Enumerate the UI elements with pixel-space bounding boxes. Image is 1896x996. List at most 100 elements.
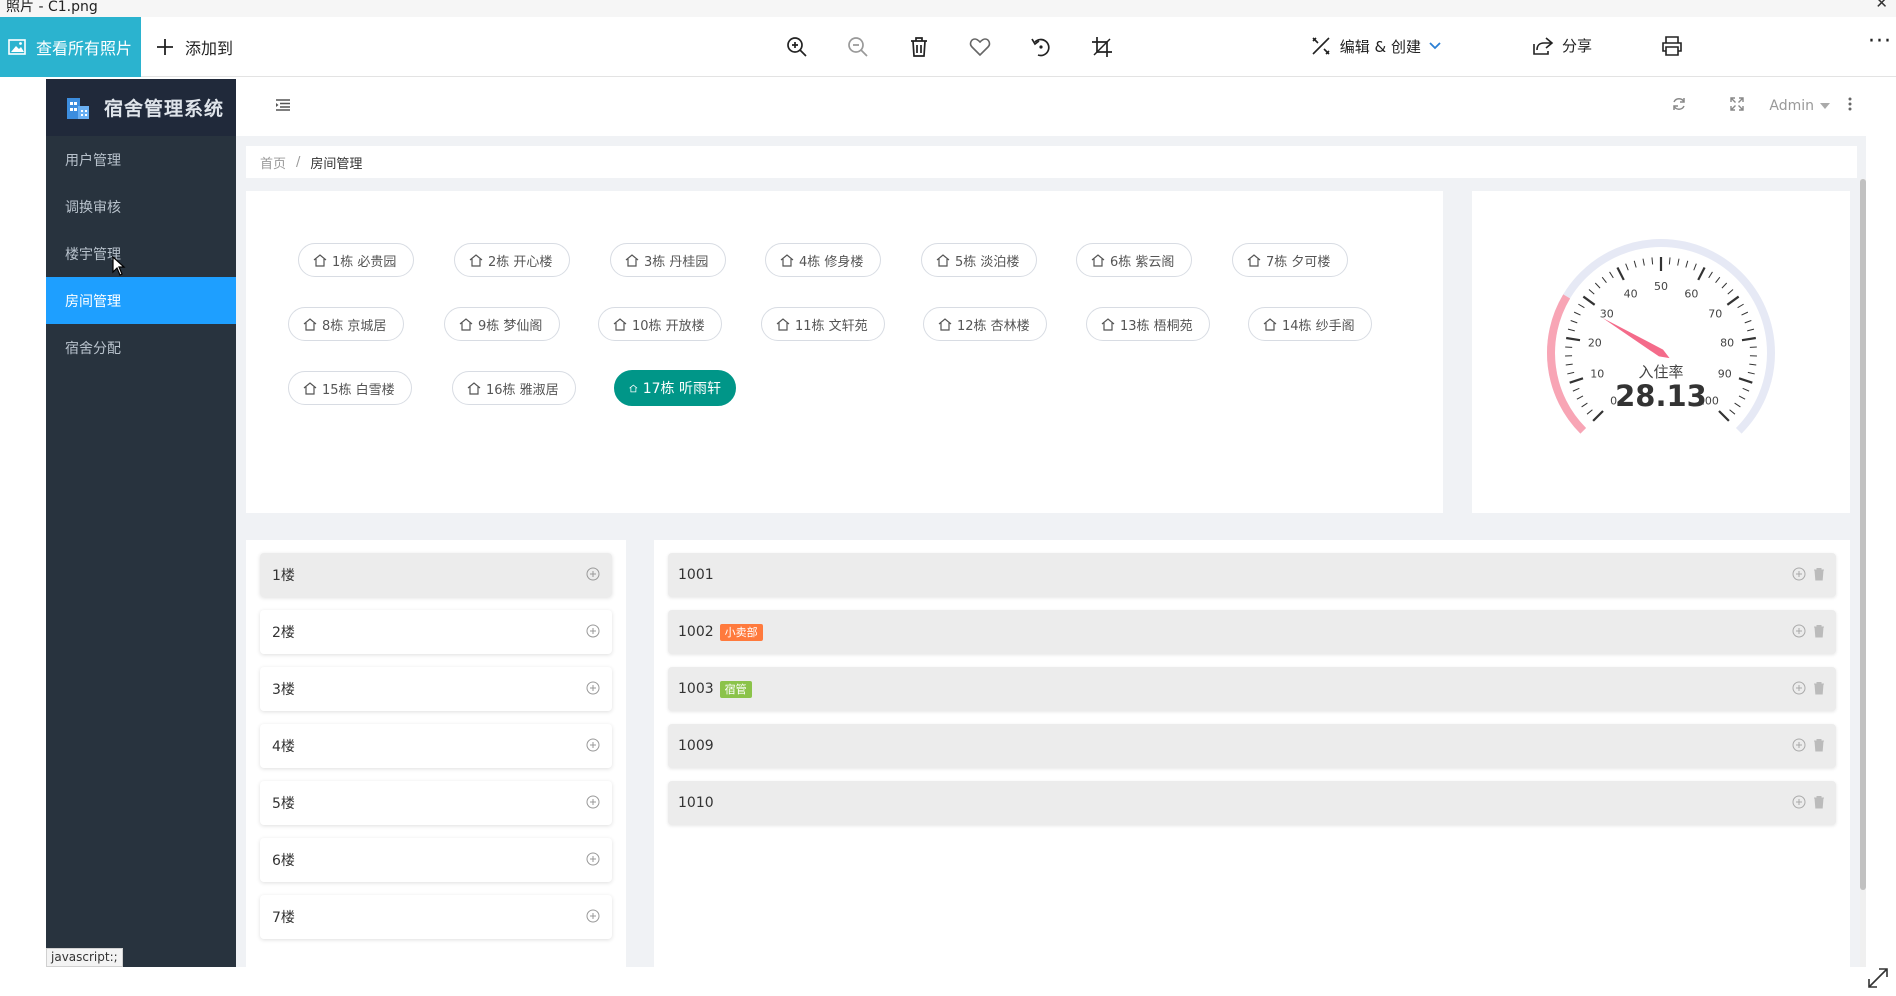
sidebar-item-users[interactable]: 用户管理 [46, 136, 236, 183]
building-label: 2栋 开心楼 [488, 254, 553, 270]
building-button[interactable]: 8栋 京城居 [288, 307, 404, 341]
building-button[interactable]: 13栋 梧桐苑 [1086, 307, 1210, 341]
add-circle-icon[interactable] [586, 624, 600, 638]
building-button[interactable]: 4栋 修身楼 [765, 243, 881, 277]
add-circle-icon[interactable] [1792, 624, 1806, 638]
floor-item[interactable]: 7楼 [260, 895, 612, 939]
building-button[interactable]: 12栋 杏林楼 [923, 307, 1047, 341]
building-button-active[interactable]: 17栋 听雨轩 [614, 370, 736, 406]
add-circle-icon[interactable] [586, 795, 600, 809]
heart-icon[interactable] [968, 35, 992, 59]
breadcrumb-home[interactable]: 首页 [260, 153, 286, 172]
zoom-in-icon[interactable] [785, 35, 809, 59]
sidebar-item-buildings[interactable]: 楼宇管理 [46, 230, 236, 277]
floor-label: 2楼 [272, 625, 295, 641]
expand-icon[interactable] [1866, 966, 1890, 990]
menu-toggle-icon[interactable] [276, 99, 290, 111]
view-all-photos-button[interactable]: 查看所有照片 [0, 17, 141, 77]
trash-icon[interactable] [907, 35, 931, 59]
more-vertical-icon[interactable] [1848, 97, 1852, 111]
status-link-bar: javascript:; [46, 948, 123, 967]
zoom-out-icon[interactable] [846, 35, 870, 59]
refresh-icon[interactable] [1672, 97, 1686, 111]
room-number: 1002 [678, 624, 714, 640]
gauge-value: 28.13 [1615, 379, 1707, 413]
gauge-tick [1572, 387, 1580, 392]
page-scrollbar[interactable] [1860, 179, 1866, 967]
print-button[interactable] [1661, 35, 1683, 57]
add-to-button[interactable]: 添加到 [155, 17, 233, 77]
breadcrumb-current: 房间管理 [310, 156, 363, 172]
photos-app-icon [8, 39, 26, 55]
rotate-icon[interactable] [1029, 35, 1053, 59]
building-button[interactable]: 7栋 夕可楼 [1232, 243, 1348, 277]
building-button[interactable]: 11栋 文轩苑 [761, 307, 885, 341]
delete-icon[interactable] [1812, 624, 1826, 638]
building-label: 6栋 紫云阁 [1110, 254, 1175, 270]
gauge-tick [1677, 258, 1680, 266]
gauge-tick [1747, 328, 1755, 332]
room-item[interactable]: 1003 宿管 [668, 667, 1836, 711]
edit-create-button[interactable]: 编辑 & 创建 [1310, 35, 1441, 57]
crop-icon[interactable] [1090, 35, 1114, 59]
building-button[interactable]: 14栋 纱手阁 [1248, 307, 1372, 341]
add-circle-icon[interactable] [1792, 681, 1806, 695]
sidebar-item-rooms[interactable]: 房间管理 [46, 277, 236, 324]
gauge-tick [1726, 295, 1740, 306]
building-label: 9栋 梦仙阁 [478, 318, 543, 334]
building-button[interactable]: 10栋 开放楼 [598, 307, 722, 341]
gauge-tick [1741, 311, 1749, 316]
delete-icon[interactable] [1812, 795, 1826, 809]
add-circle-icon[interactable] [586, 738, 600, 752]
add-circle-icon[interactable] [1792, 795, 1806, 809]
add-circle-icon[interactable] [1792, 738, 1806, 752]
floor-item[interactable]: 4楼 [260, 724, 612, 768]
room-item[interactable]: 1009 [668, 724, 1836, 768]
building-button[interactable]: 1栋 必贵园 [298, 243, 414, 277]
fullscreen-icon[interactable] [1730, 97, 1744, 111]
floor-item[interactable]: 6楼 [260, 838, 612, 882]
building-label: 17栋 听雨轩 [642, 381, 721, 397]
floor-item[interactable]: 5楼 [260, 781, 612, 825]
building-button[interactable]: 6栋 紫云阁 [1076, 243, 1192, 277]
scrollbar-thumb[interactable] [1860, 179, 1866, 890]
add-circle-icon[interactable] [586, 681, 600, 695]
floor-item[interactable]: 2楼 [260, 610, 612, 654]
delete-icon[interactable] [1812, 567, 1826, 581]
gauge-tick [1616, 266, 1625, 281]
room-item[interactable]: 1010 [668, 781, 1836, 825]
building-button[interactable]: 15栋 白雪楼 [288, 371, 412, 405]
floor-item[interactable]: 1楼 [260, 553, 612, 597]
building-logo-icon [67, 97, 89, 119]
sidebar-item-transfer-review[interactable]: 调换审核 [46, 183, 236, 230]
delete-icon[interactable] [1812, 681, 1826, 695]
add-circle-icon[interactable] [586, 909, 600, 923]
share-button[interactable]: 分享 [1532, 35, 1592, 56]
building-button[interactable]: 9栋 梦仙阁 [444, 307, 560, 341]
building-label: 3栋 丹桂园 [644, 254, 709, 270]
delete-icon[interactable] [1812, 738, 1826, 752]
building-button[interactable]: 2栋 开心楼 [454, 243, 570, 277]
gauge-tick [1573, 311, 1581, 316]
building-label: 14栋 纱手阁 [1282, 318, 1355, 334]
sidebar-item-dorm-assignment[interactable]: 宿舍分配 [46, 324, 236, 371]
floor-item[interactable]: 3楼 [260, 667, 612, 711]
add-circle-icon[interactable] [1792, 567, 1806, 581]
house-icon [776, 317, 790, 331]
user-menu[interactable]: Admin [1769, 98, 1830, 114]
building-button[interactable]: 16栋 雅淑居 [452, 371, 576, 405]
room-item[interactable]: 1001 [668, 553, 1836, 597]
user-name: Admin [1769, 98, 1814, 114]
gauge-tick [1609, 271, 1614, 279]
window-close-button[interactable]: ✕ [1875, 0, 1888, 12]
gauge-tick-label: 10 [1590, 368, 1604, 381]
gauge-tick [1668, 257, 1671, 265]
gauge-tick [1697, 266, 1706, 281]
add-circle-icon[interactable] [586, 567, 600, 581]
more-options-button[interactable]: ··· [1868, 29, 1892, 54]
add-circle-icon[interactable] [586, 852, 600, 866]
room-item[interactable]: 1002 小卖部 [668, 610, 1836, 654]
window-title: 照片 - C1.png [6, 0, 98, 15]
building-button[interactable]: 3栋 丹桂园 [610, 243, 726, 277]
building-button[interactable]: 5栋 淡泊楼 [921, 243, 1037, 277]
